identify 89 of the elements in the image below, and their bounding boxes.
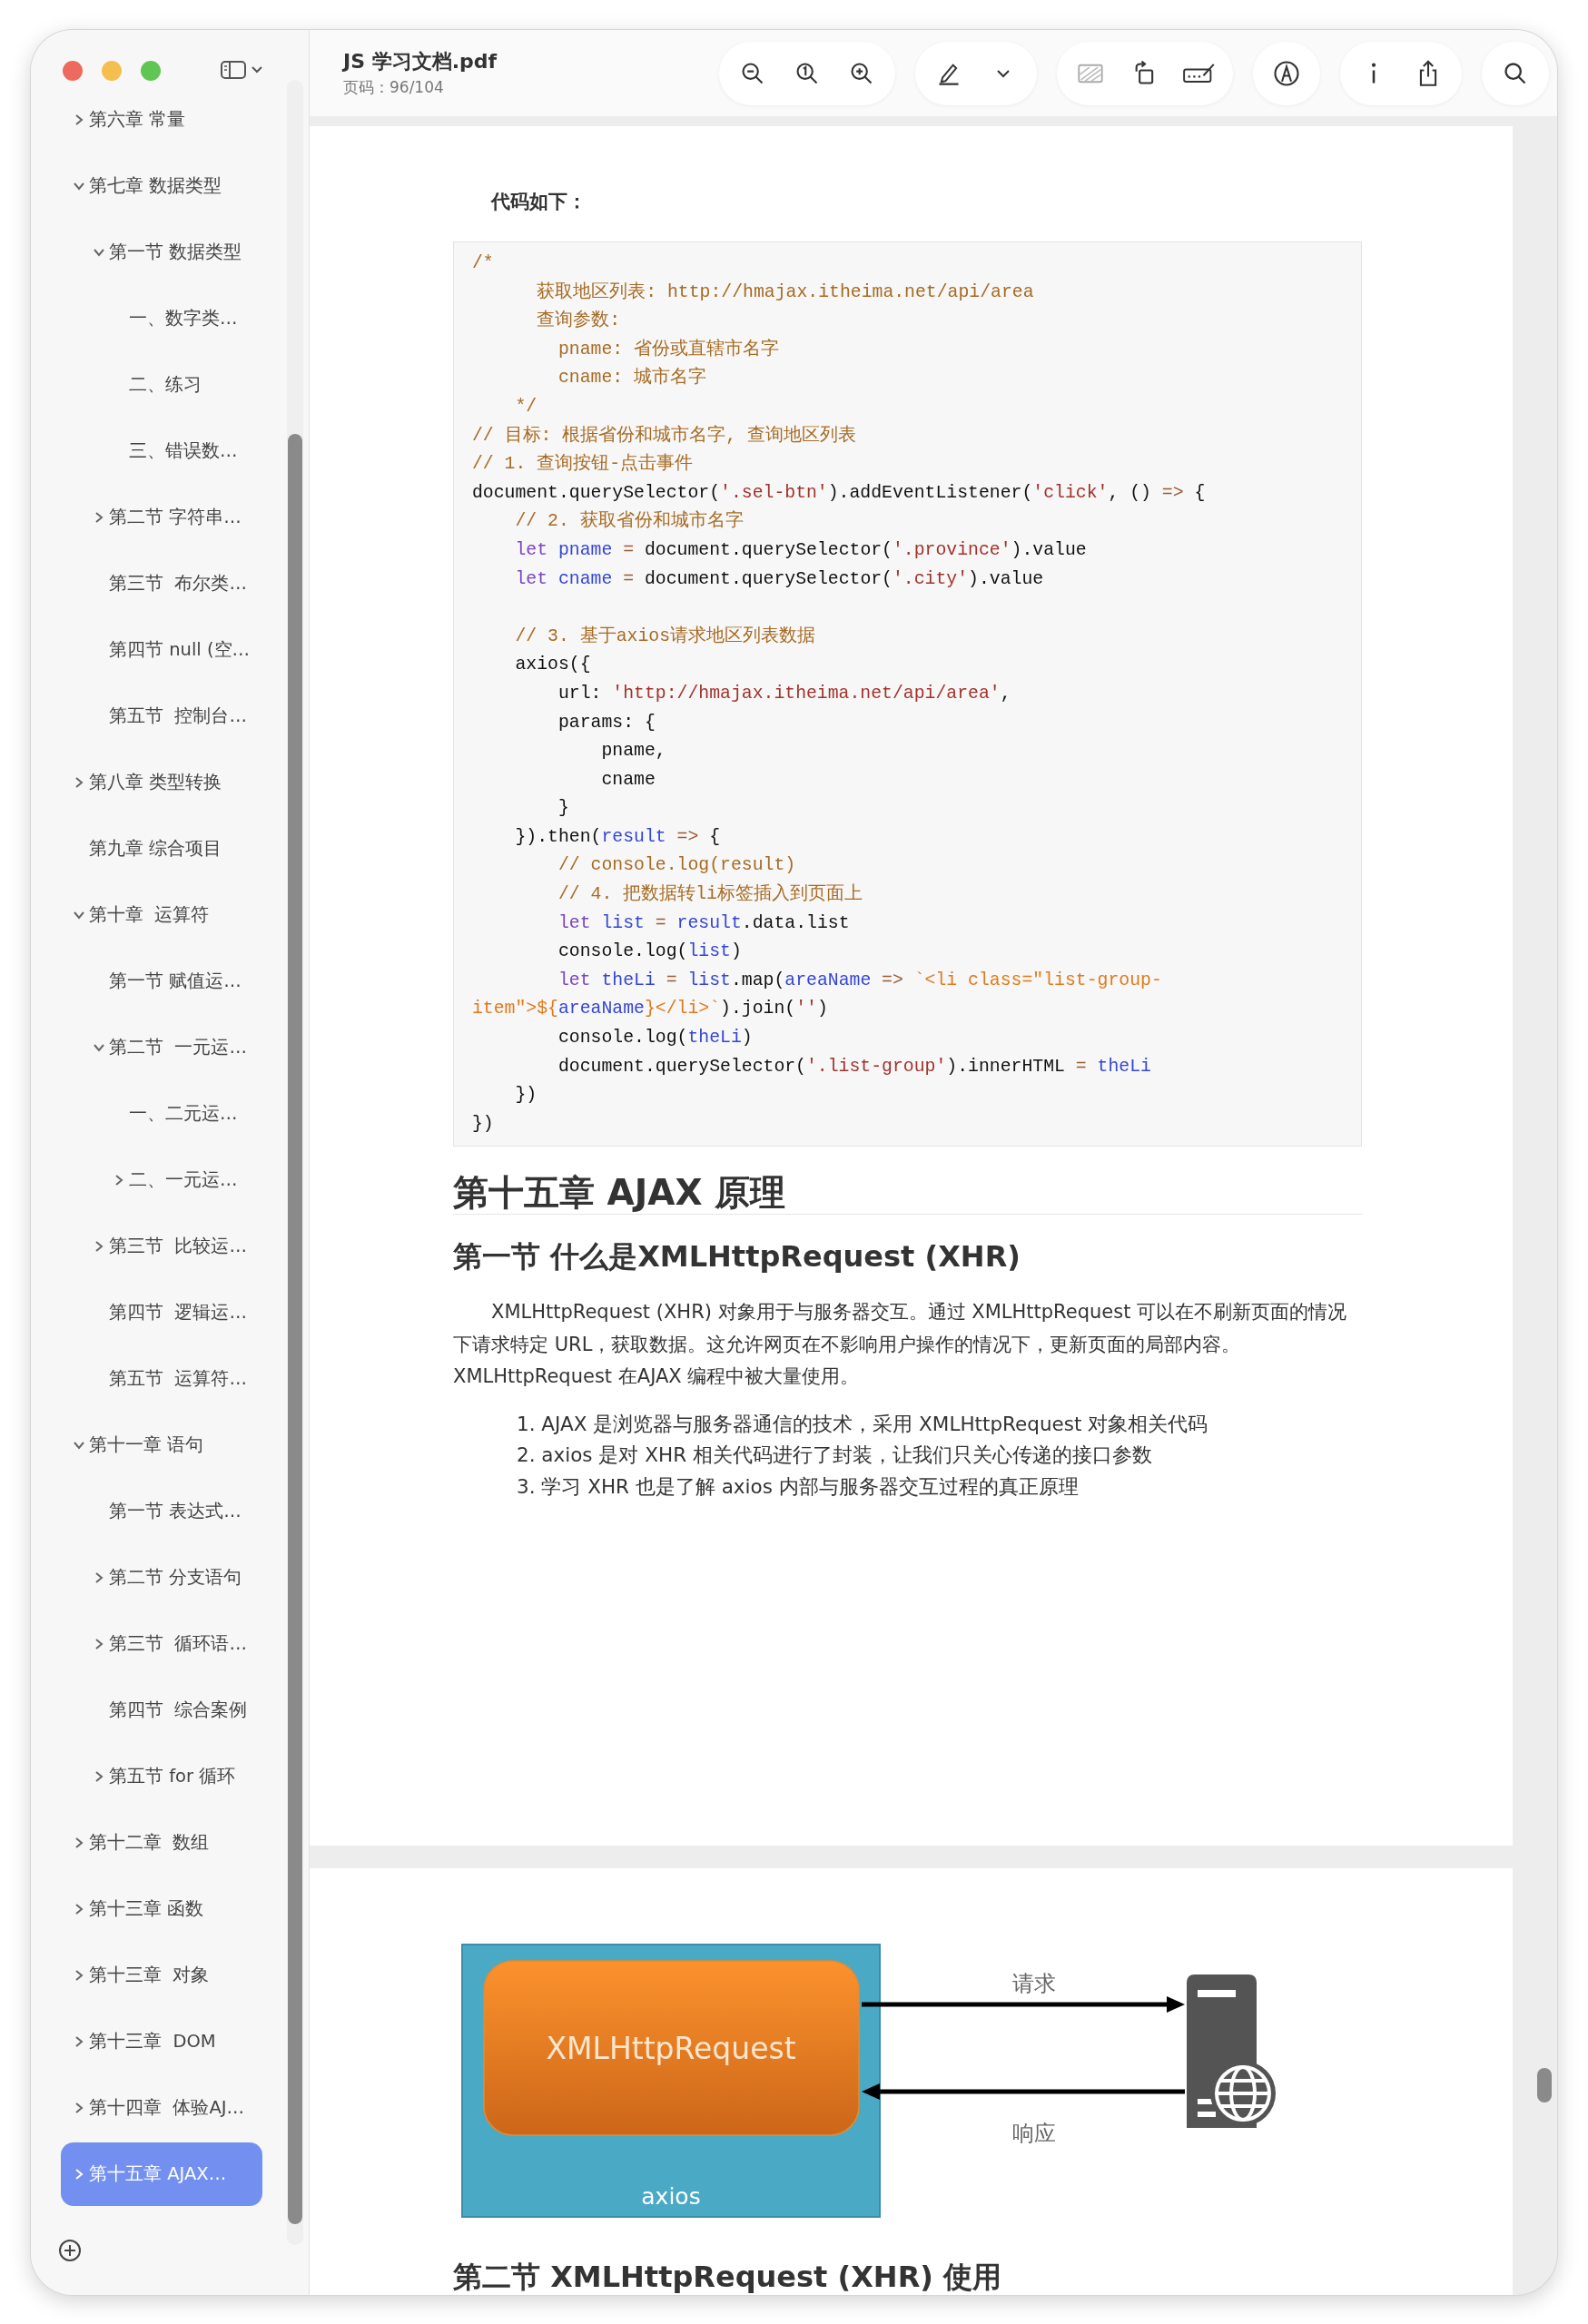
code-line: console.log(list) — [557, 940, 743, 964]
sidebar-item[interactable]: 第一节 数据类型 — [61, 219, 262, 285]
sidebar-icon — [220, 59, 247, 81]
chapter-heading: 第十五章 AJAX 原理 — [453, 1172, 1362, 1216]
sidebar-item[interactable]: 第四节 逻辑运… — [61, 1279, 262, 1345]
list-item: 2. axios 是对 XHR 相关代码进行了封装，让我们只关心传递的接口参数 — [517, 1443, 1152, 1469]
axios-label: axios — [641, 2183, 701, 2210]
add-icon[interactable] — [58, 2239, 82, 2262]
sidebar-item[interactable]: 第七章 数据类型 — [61, 153, 262, 219]
code-line: url: 'http://hmajax.itheima.net/api/area', — [557, 682, 1012, 705]
sidebar-item[interactable]: 三、错误数… — [61, 418, 262, 484]
search-icon — [1503, 60, 1528, 86]
pen-tip-circle-icon — [1273, 59, 1300, 87]
sidebar-item[interactable]: 一、二元运… — [61, 1080, 262, 1147]
code-line: 查询参数: — [536, 309, 622, 333]
sidebar-item[interactable]: 第十章 运算符 — [61, 881, 262, 948]
code-line: let theLi = list.map(areaName => `<li class="list-group- — [557, 969, 1163, 992]
sidebar-item[interactable]: 第十三章 函数 — [61, 1876, 262, 1942]
zoom-in-icon — [849, 60, 874, 86]
code-caption: 代码如下： — [491, 190, 587, 213]
code-line: axios({ — [514, 654, 592, 677]
sidebar-item[interactable]: 第二节 一元运… — [61, 1014, 262, 1080]
caret-icon — [995, 67, 1011, 79]
sidebar-item[interactable]: 第四节 null (空… — [61, 616, 262, 683]
code-line: }) — [514, 1084, 538, 1108]
code-line: */ — [514, 395, 538, 419]
code-line: // 2. 获取省份和城市名字 — [514, 509, 745, 534]
code-line: }) — [472, 1112, 495, 1136]
sidebar-item[interactable]: 第五节 控制台… — [61, 683, 262, 749]
sidebar-item[interactable]: 第十二章 数组 — [61, 1809, 262, 1876]
scrollbar-thumb[interactable] — [288, 434, 302, 2224]
sidebar-item[interactable]: 第二节 字符串… — [61, 484, 262, 550]
sidebar-item[interactable]: 第十一章 语句 — [61, 1412, 262, 1478]
code-line: cname — [600, 768, 656, 792]
sidebar-item[interactable]: 第十四章 体验AJ… — [61, 2074, 262, 2141]
code-line: document.querySelector('.list-group').innerHTML = theLi — [557, 1055, 1152, 1078]
server-globe-icon — [1187, 1974, 1276, 2128]
code-line: // 1. 查询按钮-点击事件 — [472, 452, 695, 477]
code-line: document.querySelector('.sel-btn').addEventListener('click', () => { — [472, 481, 1207, 505]
list-item: 1. AJAX 是浏览器与服务器通信的技术，采用 XMLHttpRequest 对象相关代码 — [517, 1411, 1208, 1437]
code-line: let pname = document.querySelector('.province').value — [514, 538, 1088, 562]
code-line: /* — [472, 252, 495, 275]
code-line: pname: 省份或直辖市名字 — [557, 338, 781, 361]
code-line: 获取地区列表: http://hmajax.itheima.net/api/area — [536, 281, 1035, 304]
request-label: 请求 — [1012, 1971, 1056, 1996]
code-line: console.log(theLi) — [557, 1027, 754, 1050]
sidebar-item[interactable]: 一、数字类… — [61, 285, 262, 351]
code-line: cname: 城市名字 — [557, 366, 708, 390]
response-label: 响应 — [1012, 2121, 1056, 2146]
code-line: // console.log(result) — [557, 854, 797, 878]
sidebar-item[interactable]: 第六章 常量 — [61, 86, 262, 153]
page-number: 页码：96/104 — [343, 77, 445, 98]
caret-icon — [251, 65, 263, 74]
sidebar-item[interactable]: 第五节 for 循环 — [61, 1743, 262, 1809]
scrollbar-thumb[interactable] — [1537, 2068, 1552, 2102]
sidebar-item[interactable]: 二、一元运… — [61, 1147, 262, 1213]
sidebar-item[interactable]: 第三节 比较运… — [61, 1213, 262, 1279]
section-heading: 第一节 什么是XMLHttpRequest (XHR) — [453, 1238, 1021, 1275]
sidebar-item[interactable]: 第一节 赋值运… — [61, 948, 262, 1014]
sidebar-item[interactable]: 第五节 运算符… — [61, 1345, 262, 1412]
sidebar-toggle-button[interactable] — [220, 59, 263, 81]
code-line: // 4. 把数据转li标签插入到页面上 — [557, 882, 863, 907]
code-line: }).then(result => { — [514, 825, 722, 849]
section-heading: 第二节 XMLHttpRequest (XHR) 使用 — [453, 2259, 1003, 2295]
code-line: item">${areaName}</li>`).join('') — [472, 998, 829, 1021]
sidebar-item[interactable]: 第三节 循环语… — [61, 1610, 262, 1677]
code-line: // 3. 基于axios请求地区列表数据 — [514, 625, 817, 648]
document-title: JS 学习文档.pdf — [343, 49, 498, 74]
code-line: pname, — [600, 740, 667, 763]
code-line: let list = result.data.list — [557, 911, 851, 935]
list-item: 3. 学习 XHR 也是了解 axios 内部与服务器交互过程的真正原理 — [517, 1473, 1079, 1500]
code-line: let cname = document.querySelector('.city').value — [514, 567, 1045, 591]
sidebar-item[interactable]: 第一节 表达式… — [61, 1478, 262, 1544]
sidebar-item[interactable]: 第十三章 对象 — [61, 1942, 262, 2008]
sidebar-item[interactable]: 第九章 综合项目 — [61, 815, 262, 881]
sidebar-item[interactable]: 第二节 分支语句 — [61, 1544, 262, 1610]
sidebar-item[interactable]: 第八章 类型转换 — [61, 749, 262, 815]
sidebar-item[interactable]: 第三节 布尔类… — [61, 550, 262, 616]
code-line: params: { — [557, 711, 656, 734]
code-line: } — [557, 797, 570, 821]
sidebar-item[interactable]: 二、练习 — [61, 351, 262, 418]
close-button[interactable] — [63, 61, 83, 81]
xhr-label: XMLHttpRequest — [546, 2031, 796, 2066]
sidebar-item[interactable]: 第十三章 DOM — [61, 2008, 262, 2074]
actual-size-icon — [794, 60, 820, 86]
zoom-out-icon — [740, 60, 765, 86]
sidebar-item[interactable]: 第四节 综合案例 — [61, 1677, 262, 1743]
code-line: // 目标: 根据省份和城市名字, 查询地区列表 — [472, 424, 858, 448]
paragraph: XMLHttpRequest (XHR) 对象用于与服务器交互。通过 XMLHttpRequest 可以在不刷新页面的情况下请求特定 URL，获取数据。这允许网页在不影响用户操作的情况下，更新页面的局部内容。XMLHttpRequest 在AJAX 编程中被大量使用。 — [453, 1300, 1348, 1390]
